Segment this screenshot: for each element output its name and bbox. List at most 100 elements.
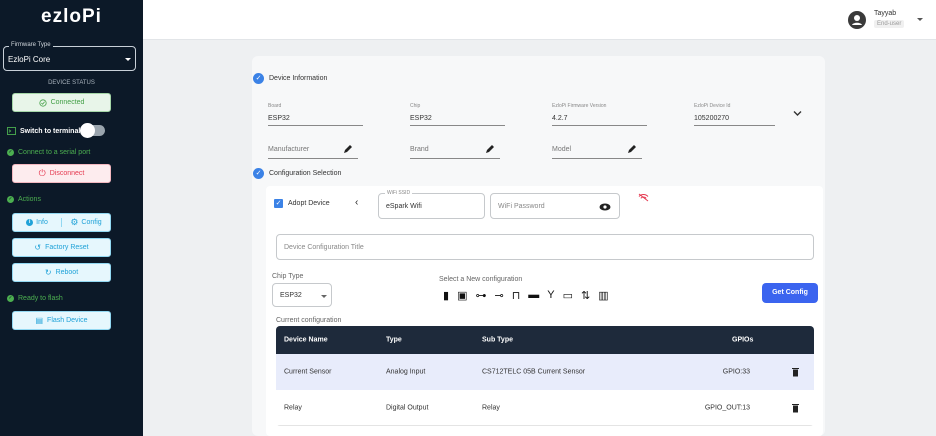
ir-sensor-icon[interactable]: ▬ (528, 289, 539, 302)
config-label: Config (81, 219, 102, 226)
device-info-title: Device Information (269, 75, 328, 82)
flash-icon: ▤ (35, 316, 44, 325)
config-selection-step: ✓ Configuration Selection (253, 168, 341, 179)
wifi-off-icon (638, 193, 649, 202)
reboot-button[interactable]: ↻ Reboot (12, 263, 111, 282)
pencil-icon[interactable] (627, 144, 637, 154)
config-selection-title: Configuration Selection (269, 170, 342, 177)
check-icon: ✓ (7, 149, 14, 156)
pins-icon[interactable]: ▥ (598, 289, 608, 302)
switch-terminal-row: Switch to terminal (7, 127, 80, 135)
model-field[interactable]: Model (552, 136, 642, 159)
header-type: Type (386, 336, 402, 344)
firmware-version-field[interactable]: EzloPi Firmware Version 4.2.7 (552, 103, 647, 126)
chevron-left-icon[interactable]: ‹ (355, 197, 358, 208)
table-row[interactable]: Relay Digital Output Relay GPIO_OUT:13 (276, 390, 814, 426)
current-config-label: Current configuration (276, 317, 342, 324)
ready-flash-row: ✓ Ready to flash (7, 295, 63, 302)
firmware-type-label: Firmware Type (9, 42, 53, 48)
eye-icon[interactable] (599, 203, 611, 211)
top-bar: Tayyab End-user (143, 0, 936, 40)
factory-reset-label: Factory Reset (45, 244, 89, 251)
serial-port-label: Connect to a serial port (18, 149, 91, 156)
chevron-down-icon[interactable] (917, 18, 923, 21)
info-config-button-group: i Info ⚙ Config (12, 213, 111, 232)
toggle-knob (80, 123, 95, 138)
terminal-toggle[interactable] (80, 123, 105, 138)
table-row[interactable]: Current Sensor Analog Input CS712TELC 05… (276, 354, 814, 390)
device-id-value: 105200270 (694, 115, 730, 122)
swap-icon[interactable]: ⇅ (581, 289, 590, 302)
pencil-icon[interactable] (343, 144, 353, 154)
model-placeholder: Model (552, 146, 572, 153)
actions-label: Actions (18, 196, 41, 203)
switch-terminal-label: Switch to terminal (20, 127, 81, 135)
cell-gpios: GPIO:33 (722, 368, 750, 376)
check-icon: ✓ (253, 168, 264, 179)
connected-label: Connected (50, 99, 85, 106)
potentiometer-icon[interactable]: ⊸ (494, 289, 503, 302)
board-field[interactable]: Board ESP32 (268, 103, 363, 126)
sidebar: ezloPi Firmware Type EzloPi Core DEVICE … (0, 0, 143, 436)
get-config-button[interactable]: Get Config (762, 283, 818, 303)
config-title-input[interactable]: Device Configuration Title (276, 234, 814, 260)
power-icon: ⏻ (38, 168, 46, 178)
firmware-type-select[interactable]: Firmware Type EzloPi Core (3, 42, 136, 71)
chip-type-value: ESP32 (280, 292, 302, 299)
user-name: Tayyab (874, 10, 897, 17)
manufacturer-field[interactable]: Manufacturer (268, 136, 358, 159)
wifi-password-input[interactable]: WiFi Password (490, 193, 620, 219)
cell-sub-type: Relay (482, 404, 500, 411)
cell-type: Digital Output (386, 404, 429, 411)
chevron-down-icon (125, 58, 131, 61)
factory-reset-button[interactable]: ↺ Factory Reset (12, 238, 111, 257)
cell-type: Analog Input (386, 368, 426, 376)
ready-flash-label: Ready to flash (18, 295, 63, 302)
brand-field[interactable]: Brand (410, 136, 500, 159)
adopt-device-checkbox[interactable]: ✓ (274, 199, 283, 208)
check-circle-icon (38, 98, 47, 107)
config-table: Device Name Type Sub Type GPIOs Current … (276, 326, 814, 426)
chip-label: Chip (410, 103, 421, 109)
config-button[interactable]: ⚙ Config (62, 214, 110, 231)
firmware-version-label: EzloPi Firmware Version (552, 103, 607, 109)
config-title-placeholder: Device Configuration Title (284, 244, 364, 251)
device-id-label: EzloPi Device Id (694, 103, 731, 109)
sd-card-icon[interactable]: ▣ (457, 289, 467, 302)
new-config-label: Select a New configuration (439, 276, 523, 283)
board-label: Board (268, 103, 282, 109)
led-icon[interactable]: ▮ (443, 289, 449, 302)
chip-value: ESP32 (410, 115, 432, 122)
flash-device-button[interactable]: ▤ Flash Device (12, 311, 111, 330)
disconnect-button[interactable]: ⏻ Disconnect (12, 164, 111, 183)
servo-icon[interactable]: ⊶ (475, 289, 486, 302)
chip-field[interactable]: Chip ESP32 (410, 103, 505, 126)
info-button[interactable]: i Info (13, 214, 61, 231)
check-icon: ✓ (253, 73, 264, 84)
trash-icon[interactable] (792, 403, 799, 412)
cell-device-name: Relay (284, 404, 302, 411)
actions-row: ✓ Actions (7, 196, 41, 203)
expand-chevron-icon[interactable] (793, 110, 802, 117)
flash-device-label: Flash Device (47, 317, 88, 324)
device-id-field[interactable]: EzloPi Device Id 105200270 (694, 103, 775, 126)
history-icon: ↺ (34, 243, 42, 252)
user-role-badge: End-user (874, 20, 905, 28)
pencil-icon[interactable] (485, 144, 495, 154)
wifi-ssid-input[interactable]: WiFi SSID eSpark Wifi (378, 190, 485, 219)
reboot-label: Reboot (55, 269, 79, 276)
trash-icon[interactable] (792, 368, 799, 377)
header-device-name: Device Name (284, 336, 328, 344)
relay-icon[interactable]: ⊓ (512, 289, 521, 302)
connected-button[interactable]: Connected (12, 93, 111, 112)
app-logo: ezloPi (41, 6, 102, 27)
antenna-icon[interactable]: Y (547, 289, 554, 302)
manufacturer-placeholder: Manufacturer (268, 146, 310, 153)
config-type-icons: ▮ ▣ ⊶ ⊸ ⊓ ▬ Y ▭ ⇅ ▥ (443, 289, 609, 302)
avatar[interactable] (848, 11, 866, 29)
chip-type-select[interactable]: ESP32 (272, 283, 332, 307)
display-icon[interactable]: ▭ (563, 289, 573, 302)
wifi-ssid-label: WiFi SSID (385, 190, 413, 196)
chip-type-label: Chip Type (272, 273, 304, 280)
header-sub-type: Sub Type (482, 336, 513, 344)
